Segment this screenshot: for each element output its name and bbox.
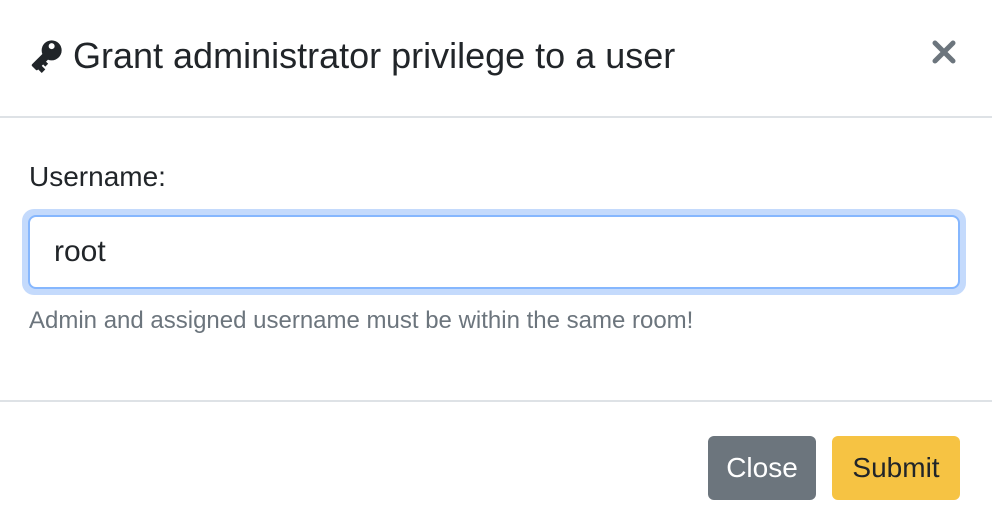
close-icon[interactable] [930, 38, 958, 66]
modal-footer: Close Submit [0, 400, 992, 518]
close-button[interactable]: Close [708, 436, 816, 500]
modal-title-wrap: Grant administrator privilege to a user [27, 34, 675, 78]
key-icon [31, 40, 62, 73]
username-input[interactable] [28, 215, 960, 289]
username-help-text: Admin and assigned username must be with… [29, 307, 694, 334]
grant-admin-modal: Grant administrator privilege to a user … [0, 0, 992, 518]
modal-header: Grant administrator privilege to a user [0, 0, 992, 118]
username-label: Username: [29, 161, 166, 192]
modal-body: Username: Admin and assigned username mu… [0, 118, 992, 402]
username-input-focus-ring [22, 209, 966, 295]
modal-title: Grant administrator privilege to a user [73, 35, 676, 76]
submit-button[interactable]: Submit [832, 436, 960, 500]
